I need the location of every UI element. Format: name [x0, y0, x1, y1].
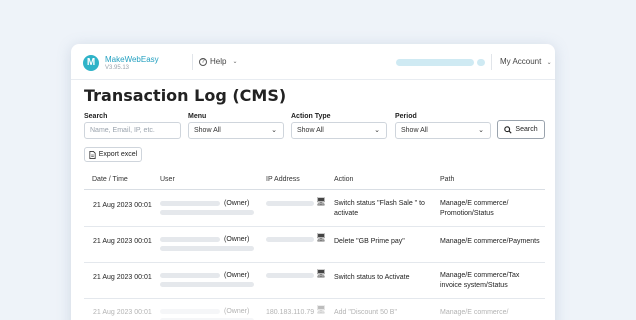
help-menu[interactable]: ? Help ⌄: [199, 57, 237, 66]
user-email-placeholder: [160, 282, 254, 287]
brand-name: MakeWebEasy: [105, 55, 159, 64]
table-row[interactable]: 21 Aug 2023 00:01 (Owner) 🖥 Delete "GB P…: [84, 227, 545, 263]
document-icon: [89, 150, 96, 159]
export-excel-button[interactable]: Export excel: [84, 147, 142, 162]
divider: [491, 54, 492, 70]
chevron-down-icon: ⌄: [374, 127, 380, 134]
menu-label: Menu: [188, 113, 207, 120]
menu-value: Show All: [194, 127, 221, 134]
row-action-line1: Add "Discount 50 B": [334, 309, 397, 316]
search-input[interactable]: Name, Email, IP, etc.: [84, 122, 181, 139]
column-header[interactable]: IP Address: [266, 176, 300, 183]
ip-placeholder: [266, 237, 314, 242]
divider: [192, 54, 193, 70]
chevron-down-icon: ⌄: [478, 127, 484, 134]
column-header[interactable]: Date / Time: [92, 176, 128, 183]
user-role: (Owner): [224, 308, 250, 315]
monitor-icon: 🖥: [316, 269, 327, 278]
action-type-value: Show All: [297, 127, 324, 134]
app-window: M MakeWebEasy V3.95.13 ? Help ⌄ My Accou…: [71, 44, 555, 320]
version-label: V3.95.13: [105, 65, 130, 71]
table-row[interactable]: 21 Aug 2023 00:01 (Owner) 180.183.110.79…: [84, 299, 545, 320]
ip-placeholder: [266, 273, 314, 278]
row-date: 21 Aug 2023 00:01: [93, 274, 152, 281]
row-date: 21 Aug 2023 00:01: [93, 309, 152, 316]
monitor-icon: 🖥: [316, 305, 327, 314]
table-header: Date / Time User IP Address Action Path: [84, 168, 545, 190]
account-label: My Account: [500, 57, 542, 66]
user-email-placeholder: [160, 246, 254, 251]
monitor-icon: 🖥: [316, 233, 327, 242]
row-path-line1: Manage/E commerce/Tax: [440, 272, 520, 279]
help-icon: ?: [199, 57, 207, 66]
period-label: Period: [395, 113, 417, 120]
user-role: (Owner): [224, 200, 250, 207]
row-ip: 180.183.110.79: [266, 309, 315, 316]
export-excel-label: Export excel: [98, 151, 138, 158]
chevron-down-icon: ⌄: [232, 59, 238, 65]
monitor-icon: 🖥: [316, 197, 327, 206]
row-path-line1: Manage/E commerce/: [440, 309, 509, 316]
user-email-placeholder: [160, 210, 254, 215]
action-type-select[interactable]: Show All ⌄: [291, 122, 387, 139]
placeholder-bar: [477, 59, 485, 66]
table-row[interactable]: 21 Aug 2023 00:01 (Owner) 🖥 Switch statu…: [84, 191, 545, 227]
user-name-placeholder: [160, 201, 220, 206]
user-name-placeholder: [160, 237, 220, 242]
row-path-line1: Manage/E commerce/: [440, 200, 509, 207]
user-name-placeholder: [160, 309, 220, 314]
ip-placeholder: [266, 201, 314, 206]
column-header[interactable]: Path: [440, 176, 454, 183]
search-button-label: Search: [515, 126, 538, 133]
period-value: Show All: [401, 127, 428, 134]
search-icon: [504, 125, 513, 134]
placeholder-bar: [396, 59, 474, 66]
menu-select[interactable]: Show All ⌄: [188, 122, 284, 139]
search-button[interactable]: Search: [497, 120, 545, 139]
table-row[interactable]: 21 Aug 2023 00:01 (Owner) 🖥 Switch statu…: [84, 263, 545, 299]
top-bar: M MakeWebEasy V3.95.13 ? Help ⌄ My Accou…: [71, 44, 555, 80]
row-action-line1: Switch status "Flash Sale " to: [334, 200, 425, 207]
user-name-placeholder: [160, 273, 220, 278]
row-date: 21 Aug 2023 00:01: [93, 202, 152, 209]
search-label: Search: [84, 113, 108, 120]
row-action-line1: Delete "GB Prime pay": [334, 238, 405, 245]
account-menu[interactable]: My Account ⌄: [500, 57, 552, 66]
chevron-down-icon: ⌄: [546, 60, 552, 66]
row-action-line1: Switch status to Activate: [334, 274, 410, 281]
period-select[interactable]: Show All ⌄: [395, 122, 491, 139]
row-action-line2: activate: [334, 210, 359, 217]
column-header[interactable]: Action: [334, 176, 353, 183]
user-role: (Owner): [224, 272, 250, 279]
row-path-line2: invoice system/Status: [440, 282, 508, 289]
row-date: 21 Aug 2023 00:01: [93, 238, 152, 245]
row-path-line2: Promotion/Status: [440, 210, 494, 217]
action-type-label: Action Type: [291, 113, 331, 120]
help-label: Help: [210, 57, 227, 66]
column-header[interactable]: User: [160, 176, 175, 183]
logo-icon[interactable]: M: [83, 55, 99, 71]
user-role: (Owner): [224, 236, 250, 243]
row-path-line1: Manage/E commerce/Payments: [440, 238, 540, 245]
page-title: Transaction Log (CMS): [84, 86, 287, 105]
chevron-down-icon: ⌄: [271, 127, 277, 134]
